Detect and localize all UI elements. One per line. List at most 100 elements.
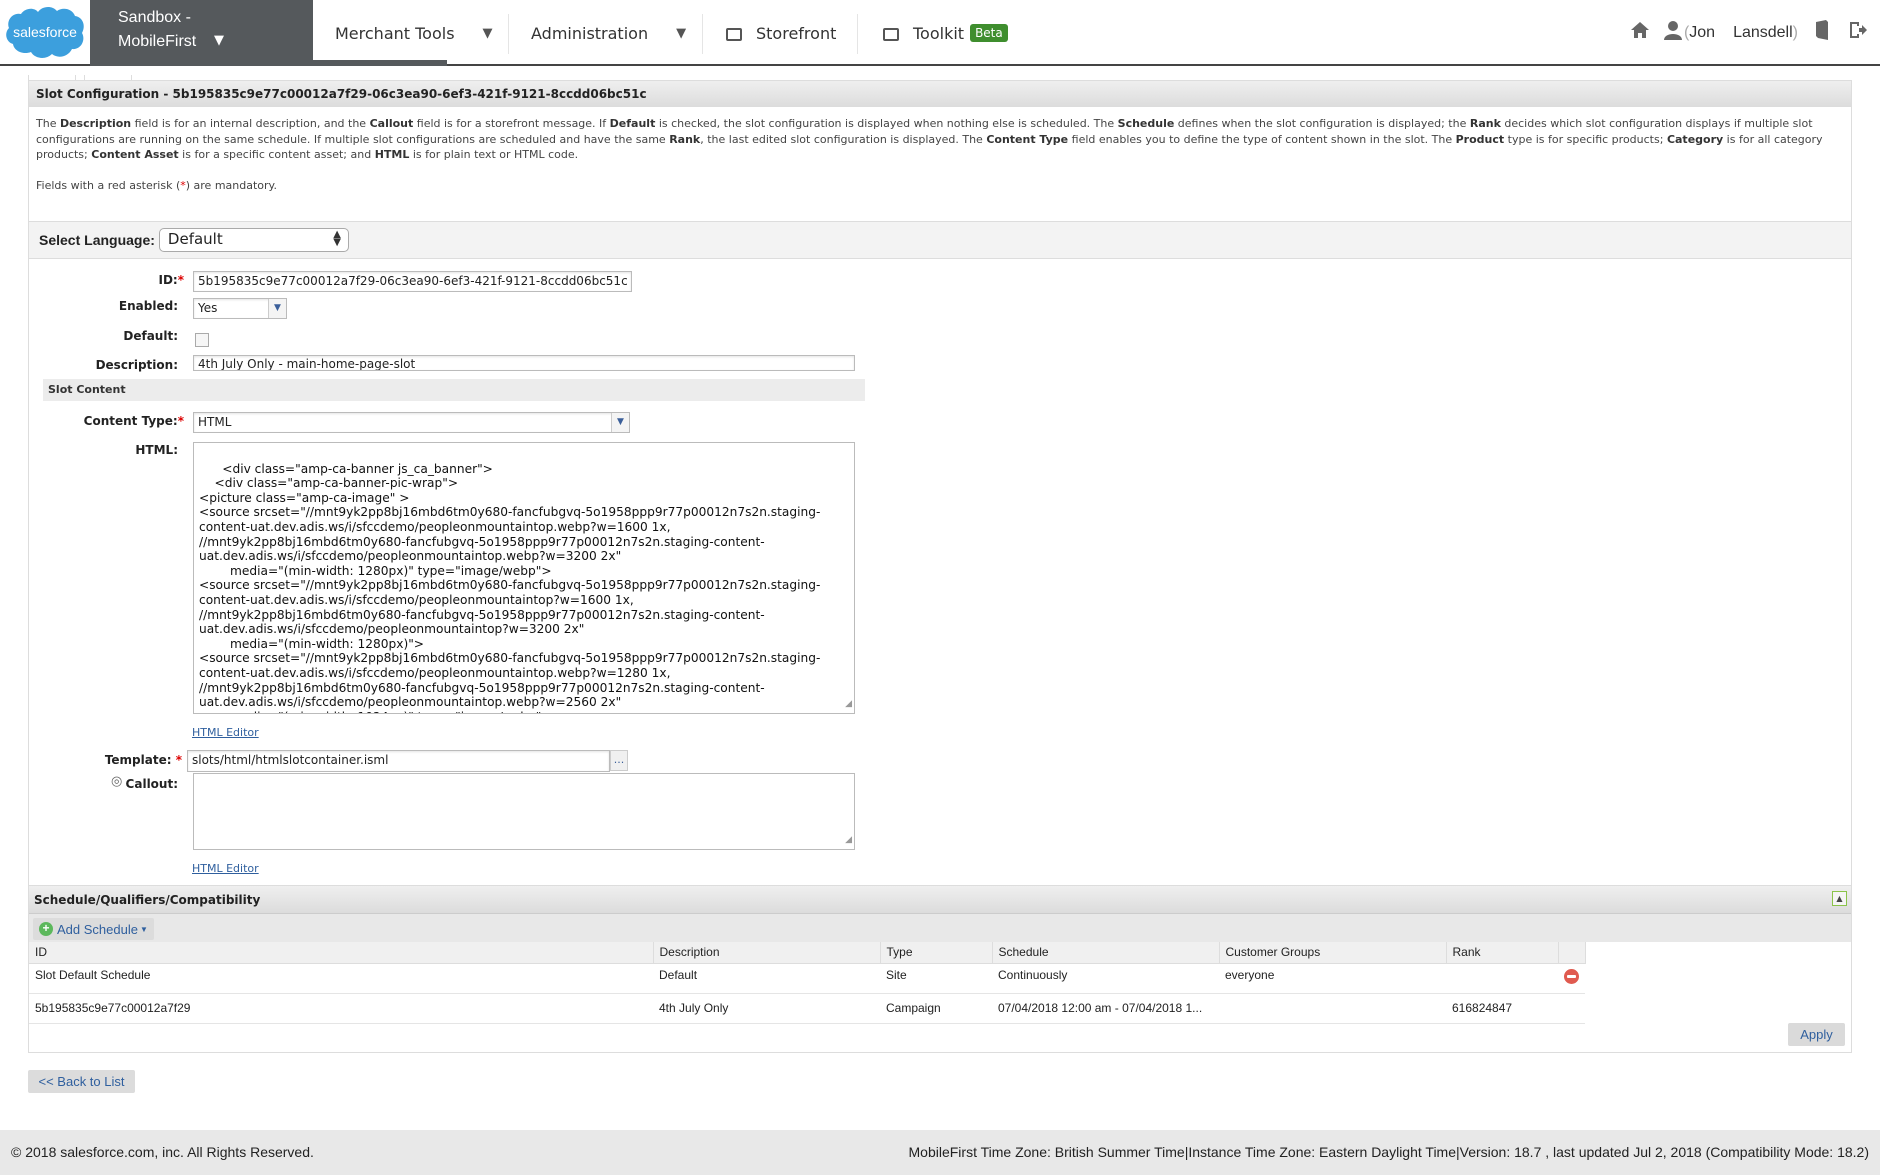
html-editor-link[interactable]: HTML Editor [192,726,259,739]
beta-badge: Beta [970,24,1008,42]
cell-description: Default [653,963,880,994]
paren-close: ) [1792,24,1798,41]
salesforce-logo[interactable]: salesforce [4,4,86,62]
monitor-icon [883,27,899,41]
callout-textarea[interactable]: ◢ [193,773,855,850]
schedule-table: ID Description Type Schedule Customer Gr… [29,942,1586,1024]
default-checkbox[interactable] [195,333,209,347]
column-header-type[interactable]: Type [880,942,993,964]
cell-schedule: 07/04/2018 12:00 am - 07/04/2018 1... [992,993,1219,1024]
user-last-name[interactable]: Lansdell [1733,24,1793,42]
column-header-rank[interactable]: Rank [1446,942,1559,964]
nav-label: Merchant Tools [335,23,455,43]
nav-label: Toolkit [913,23,965,43]
column-header-customer-groups[interactable]: Customer Groups [1219,942,1447,964]
table-row[interactable]: Slot Default Schedule Default Site Conti… [29,963,1585,994]
id-label: ID:* [158,273,184,287]
required-asterisk: * [175,753,182,767]
callout-html-editor-link[interactable]: HTML Editor [192,862,259,875]
template-input[interactable]: slots/html/htmlslotcontainer.isml [187,750,610,772]
chevron-down-icon: ▼ [611,413,629,432]
enabled-select[interactable]: Yes ▼ [193,298,287,319]
panel-description: The Description field is for an internal… [36,117,1823,192]
html-label: HTML: [135,443,178,457]
version-info: MobileFirst Time Zone: British Summer Ti… [908,1144,1869,1160]
required-asterisk: * [177,273,184,287]
description-input[interactable]: 4th July Only - main-home-page-slot [193,355,855,371]
book-icon[interactable] [1814,20,1830,46]
caret-down-icon: ▼ [214,33,224,48]
caret-down-icon: ▼ [676,25,687,41]
active-nav-indicator [313,60,447,66]
nav-divider [508,14,509,54]
user-tools: ( Jon Lansdell ) [1630,0,1868,66]
schedule-heading-text: Schedule/Qualifiers/Compatibility [34,893,261,907]
caret-down-icon: ▼ [482,25,493,41]
user-icon [1663,20,1682,46]
content-type-select[interactable]: HTML ▼ [193,412,630,433]
template-browse-button[interactable]: ... [610,750,628,771]
language-bar: Select Language: Default ▲ ▼ [29,221,1851,259]
table-row[interactable]: 5b195835c9e77c00012a7f29 4th July Only C… [29,993,1585,1024]
copyright: © 2018 salesforce.com, inc. All Rights R… [11,1144,314,1160]
slot-form: ID:* 5b195835c9e77c00012a7f29-06c3ea90-6… [29,259,1851,907]
content-type-value: HTML [198,415,232,429]
home-icon[interactable] [1630,21,1650,45]
plus-circle-icon: + [39,922,53,936]
description-label: Description: [95,358,178,372]
mandatory-note: Fields with a red asterisk ( [36,179,181,192]
html-textarea[interactable]: <div class="amp-ca-banner js_ca_banner">… [193,442,855,714]
column-header-actions [1558,942,1586,964]
table-header-row: ID Description Type Schedule Customer Gr… [29,942,1586,964]
cell-actions [1558,963,1585,994]
column-header-schedule[interactable]: Schedule [992,942,1220,964]
cell-id: 5b195835c9e77c00012a7f29 [29,993,653,1024]
tab-stub [28,66,208,81]
footer: © 2018 salesforce.com, inc. All Rights R… [0,1130,1880,1175]
language-select[interactable]: Default ▲ ▼ [158,228,349,252]
slot-content-heading: Slot Content [43,379,865,401]
sandbox-label: Sandbox - [118,9,191,26]
nav-label: Administration [531,23,649,43]
user-first-name[interactable]: Jon [1689,24,1715,42]
remove-icon[interactable] [1564,969,1579,984]
resize-grip-icon[interactable]: ◢ [845,697,852,712]
cell-type: Site [880,963,992,994]
cell-rank [1446,963,1558,994]
site-name: MobileFirst [118,33,197,50]
nav-toolkit[interactable]: Toolkit Beta [883,0,1008,66]
required-asterisk: * [177,414,184,428]
schedule-toolbar: + Add Schedule ▼ [29,913,1851,942]
schedule-section: Schedule/Qualifiers/Compatibility ▲ + Ad… [28,885,1852,1053]
updown-arrows-icon: ▲ ▼ [333,229,341,248]
default-label: Default: [123,329,178,343]
enabled-label: Enabled: [118,299,178,313]
template-label: Template: * [104,753,182,767]
add-schedule-label: Add Schedule [57,921,138,937]
collapse-icon[interactable]: ▲ [1832,891,1847,906]
back-to-list-button[interactable]: << Back to List [28,1070,135,1093]
resize-grip-icon[interactable]: ◢ [845,833,852,848]
nav-storefront[interactable]: Storefront [726,0,836,66]
nav-divider [702,14,703,54]
nav-administration[interactable]: Administration ▼ [531,0,686,66]
logout-icon[interactable] [1848,20,1868,46]
column-header-id[interactable]: ID [29,942,654,964]
cell-customer-groups: everyone [1219,963,1446,994]
site-selector[interactable]: Sandbox - MobileFirst ▼ [90,0,313,66]
top-navigation-bar: salesforce Sandbox - MobileFirst ▼ Merch… [0,0,1880,66]
column-header-description[interactable]: Description [653,942,881,964]
id-input[interactable]: 5b195835c9e77c00012a7f29-06c3ea90-6ef3-4… [193,271,632,292]
callout-label: Callout: [125,777,178,791]
svg-text:salesforce: salesforce [13,24,77,40]
monitor-icon [726,27,742,41]
chevron-down-icon: ▼ [268,299,286,318]
add-schedule-button[interactable]: + Add Schedule ▼ [33,918,154,940]
cell-rank: 616824847 [1446,993,1558,1024]
cell-description: 4th July Only [653,993,880,1024]
html-content: <div class="amp-ca-banner js_ca_banner">… [199,461,821,713]
cell-customer-groups [1219,993,1446,1024]
apply-button[interactable]: Apply [1788,1023,1845,1046]
schedule-heading: Schedule/Qualifiers/Compatibility ▲ [29,886,1851,913]
nav-merchant-tools[interactable]: Merchant Tools ▼ [335,0,493,66]
